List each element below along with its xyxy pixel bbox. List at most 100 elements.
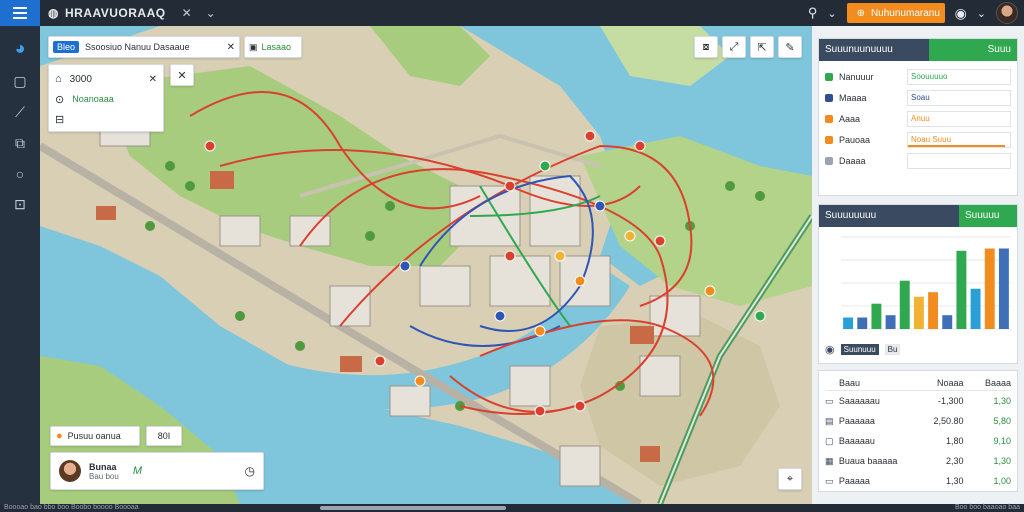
map-search-bar[interactable]: Bleo Ssoosiuo Nanuu Dasaaue ✕	[48, 36, 240, 58]
chart-bar[interactable]	[843, 317, 854, 330]
chevron-down-icon[interactable]: ⌄	[977, 7, 986, 20]
left-toolbar: ◕ ▢ ⟋ ⧉ ○ ⊡	[0, 26, 40, 504]
summary-row[interactable]: Aaaa Anuu	[819, 108, 1017, 129]
table-cell-value-2: 1,00	[993, 476, 1011, 486]
map-tool-export[interactable]: ⇱	[750, 36, 774, 58]
table-row[interactable]: ▭ Paaaaa 1,30 1,00	[825, 471, 1011, 491]
table-cell-value-1: 1,30	[945, 476, 964, 486]
table-cell-value-1: 1,80	[945, 436, 964, 446]
filter-icon: ▣	[249, 41, 258, 52]
row-icon: ▤	[825, 415, 834, 426]
table-header-label: Baau	[839, 377, 861, 388]
plus-icon: ⊕	[856, 7, 865, 19]
summary-row-fill	[908, 144, 1005, 147]
summary-row-value: Noau Suuu	[907, 131, 1011, 148]
status-dot-icon	[825, 93, 833, 102]
table-row[interactable]: ▢ Baaaaau 1,80 9,10	[825, 431, 1011, 451]
chevron-down-icon[interactable]: ⌄	[206, 6, 216, 20]
chart-bar[interactable]	[857, 317, 868, 330]
summary-row[interactable]: Maaaa Soau	[819, 87, 1017, 108]
dock-icon[interactable]: ⊟	[55, 113, 64, 126]
driver-avatar	[59, 460, 81, 482]
table-row[interactable]: ▤ Paaaaaa 2,50.80 5,80	[825, 411, 1011, 431]
chart-bar[interactable]	[885, 315, 896, 329]
summary-row-label: Nanuuur	[839, 71, 874, 82]
status-dot-icon	[825, 156, 833, 165]
summary-row[interactable]: Nanuuur Soouuuuo	[819, 66, 1017, 87]
bar-chart	[841, 236, 1011, 330]
globe-icon: ◍	[48, 6, 59, 20]
route-icon[interactable]: ⟋	[15, 104, 25, 121]
hamburger-menu-button[interactable]	[0, 0, 40, 26]
summary-row-label: Maaaa	[839, 92, 867, 103]
logo-icon[interactable]: ◕	[15, 38, 26, 59]
chart-bar[interactable]	[899, 280, 910, 329]
summary-row[interactable]: Daaaa	[819, 150, 1017, 171]
close-icon[interactable]: ✕	[182, 6, 192, 20]
chart-bar[interactable]	[928, 292, 939, 329]
clock-icon[interactable]: ◷	[245, 464, 255, 478]
table-row[interactable]: ▦ Buaua baaaaa 2,30 1,30	[825, 451, 1011, 471]
table-cell-label: Paaaaa	[838, 476, 870, 486]
primary-action-button[interactable]: ⊕ Nuhunumaranu	[846, 3, 945, 23]
route-chip-secondary[interactable]: 80I	[146, 426, 182, 446]
chart-bar[interactable]	[970, 288, 981, 329]
map-view[interactable]: Bleo Ssoosiuo Nanuu Dasaaue ✕ ▣ Lasaao ⌂…	[40, 26, 812, 504]
chevron-down-icon[interactable]: ⌄	[827, 7, 836, 20]
clear-icon[interactable]: ✕	[227, 42, 235, 53]
chart-card: Suuuuuuuu Suuuuu ◉ Suunuuu Bu	[818, 204, 1018, 364]
app-title: ◍ HRAAVUORAAQ	[48, 6, 166, 20]
avatar[interactable]	[996, 2, 1018, 24]
status-dot-icon	[825, 114, 833, 123]
chart-bar[interactable]	[913, 296, 924, 329]
menu-icon	[13, 7, 27, 19]
layers-icon[interactable]: ⧉	[15, 135, 25, 152]
table-header-value-1: Noaaa	[937, 377, 964, 388]
horizontal-scrollbar[interactable]	[320, 506, 506, 510]
table-cell-label: Baaaaau	[838, 436, 875, 446]
close-icon[interactable]: ✕	[149, 74, 157, 85]
summary-table: Baau Noaaa Baaaa ▭ Saaaaaau -1,300 1,30 ▤ Paa…	[818, 370, 1018, 492]
table-cell-value-1: -1,300	[937, 396, 964, 406]
map-icon[interactable]: ▢	[13, 73, 26, 90]
row-icon: ▭	[825, 395, 834, 406]
export-icon[interactable]: ⊡	[14, 196, 26, 213]
map-tool-expand[interactable]: ⤢	[722, 36, 746, 58]
summary-row[interactable]: Pauoaa Noau Suuu	[819, 129, 1017, 150]
map-tool-grid[interactable]: ⧇	[694, 36, 718, 58]
chart-bar[interactable]	[942, 315, 953, 329]
chart-tab[interactable]: Suuuuu	[959, 205, 1017, 227]
settings-icon[interactable]: ◉	[955, 5, 967, 22]
chart-bar[interactable]	[956, 250, 967, 329]
driver-card[interactable]: Bunaa Bau bou M ◷	[50, 452, 264, 490]
summary-tab[interactable]: Suuu	[929, 39, 1017, 61]
map-tool-pen[interactable]: ✎	[778, 36, 802, 58]
summary-row-value	[907, 152, 1011, 169]
layer-icon[interactable]: ⊙	[55, 93, 64, 106]
status-bar: Boooao bao bbo boo Boobo boooo Boooaa Bo…	[0, 504, 1024, 512]
status-dot-icon	[825, 135, 833, 144]
table-cell-value-2: 1,30	[993, 456, 1011, 466]
home-icon[interactable]: ⌂	[55, 73, 62, 85]
legend-icon: ◉	[825, 343, 835, 356]
chart-bar[interactable]	[871, 303, 882, 329]
locate-button[interactable]: ⌖	[778, 468, 802, 490]
search-chip[interactable]: Bleo	[53, 41, 80, 53]
status-left: Boooao bao bbo boo Boobo boooo Boooaa	[4, 504, 139, 511]
zoom-panel: ⌂ 3000 ✕ ⊙ Noanoaaa ⊟	[48, 64, 164, 132]
close-overlay-button[interactable]: ✕	[170, 64, 194, 86]
search-input[interactable]: Ssoosiuo Nanuu Dasaaue	[85, 42, 221, 52]
active-filter-chip[interactable]: ▣ Lasaao	[244, 36, 302, 58]
location-icon[interactable]: ○	[16, 166, 24, 182]
chart-bar[interactable]	[984, 248, 995, 330]
right-panel: Suuunuunuuuu Suuu Nanuuur Soouuuuo Maaaa So…	[812, 26, 1024, 504]
status-right: Boo boo baaoao baa	[954, 504, 1020, 511]
summary-title: Suuunuunuuuu	[819, 39, 929, 61]
table-row[interactable]: ▭ Saaaaaau -1,300 1,30	[825, 391, 1011, 411]
layer-label: Noanoaaa	[72, 94, 114, 104]
top-bar: ◍ HRAAVUORAAQ ✕ ⌄ ⚲ ⌄ ⊕ Nuhunumaranu ◉ ⌄	[0, 0, 1024, 26]
route-chip[interactable]: ● Pusuu oanua	[50, 426, 140, 446]
search-icon[interactable]: ⚲	[808, 5, 818, 21]
chart-bar[interactable]	[998, 248, 1009, 330]
table-body: ▭ Saaaaaau -1,300 1,30 ▤ Paaaaaa 2,50.80 5,80 ▢ B…	[825, 391, 1011, 491]
